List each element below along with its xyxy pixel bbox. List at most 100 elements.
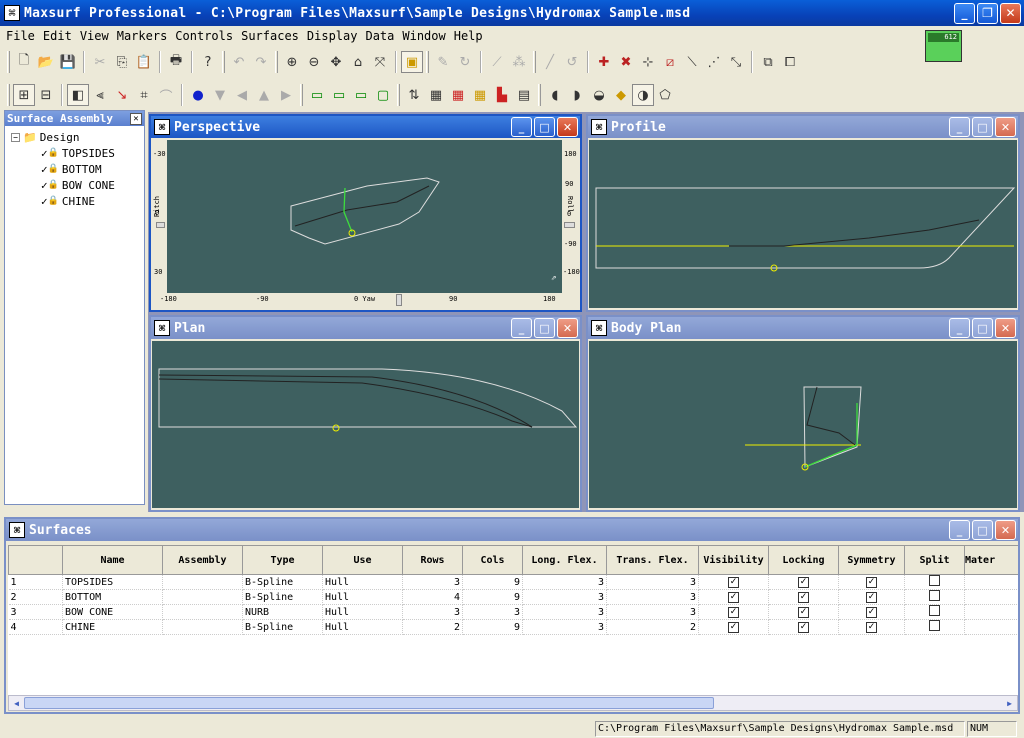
- surfaces-window[interactable]: ⌘ Surfaces _ □ ✕ Name Assembly Type Use Ro…: [4, 517, 1020, 714]
- lock-icon[interactable]: 🔒: [48, 164, 59, 174]
- table-add-icon[interactable]: ▦: [447, 84, 469, 106]
- net-icon[interactable]: ⌗: [133, 84, 155, 106]
- bond-icon[interactable]: ⧉: [757, 51, 779, 73]
- cell-cols[interactable]: 9: [462, 589, 523, 605]
- cell-use[interactable]: Hull: [322, 619, 403, 635]
- tree-item-design[interactable]: − 📁 Design: [11, 129, 144, 145]
- table-icon[interactable]: ▦: [425, 84, 447, 106]
- lock-icon[interactable]: 🔒: [48, 180, 59, 190]
- symmetry-checkbox[interactable]: ✓: [866, 622, 877, 633]
- table-row[interactable]: 1 TOPSIDES B-Spline Hull 3 9 3 3 ✓ ✓ ✓: [8, 574, 1018, 590]
- grid-icon[interactable]: ⊟: [35, 84, 57, 106]
- cell-name[interactable]: TOPSIDES: [62, 574, 163, 590]
- hull-4-icon[interactable]: ◆: [610, 84, 632, 106]
- col-use[interactable]: Use: [322, 545, 403, 575]
- minimize-button[interactable]: _: [511, 318, 532, 338]
- cell-use[interactable]: Hull: [322, 589, 403, 605]
- visibility-checkbox[interactable]: ✓: [728, 592, 739, 603]
- col-locking[interactable]: Locking: [768, 545, 839, 575]
- perspective-view-icon[interactable]: ▭: [306, 84, 328, 106]
- table-row[interactable]: 3 BOW CONE NURB Hull 3 3 3 3 ✓ ✓ ✓: [8, 604, 1018, 620]
- compact-icon[interactable]: ⋰: [703, 51, 725, 73]
- close-button[interactable]: ✕: [995, 117, 1016, 137]
- zoom-out-icon[interactable]: ⊖: [303, 51, 325, 73]
- arc-icon[interactable]: ↺: [561, 51, 583, 73]
- profile-titlebar[interactable]: ⌘ Profile _ □ ✕: [588, 116, 1018, 138]
- zoom-in-icon[interactable]: ⊕: [281, 51, 303, 73]
- cell-assembly[interactable]: [162, 574, 243, 590]
- select-tool-icon[interactable]: ▣: [401, 51, 423, 73]
- cell-rows[interactable]: 3: [402, 574, 463, 590]
- funnel-icon[interactable]: ▼: [209, 84, 231, 106]
- shade-icon[interactable]: ◧: [67, 84, 89, 106]
- locking-checkbox[interactable]: ✓: [798, 577, 809, 588]
- redo-icon[interactable]: ↷: [250, 51, 272, 73]
- restore-button[interactable]: ❐: [977, 2, 998, 24]
- straighten-icon[interactable]: ⤡: [725, 51, 747, 73]
- right-icon[interactable]: ▶: [275, 84, 297, 106]
- cell-long-flex[interactable]: 3: [522, 589, 607, 605]
- roll-ruler[interactable]: 180 90 0 -90 -180 Roll: [562, 140, 580, 293]
- yaw-slider[interactable]: [396, 294, 402, 306]
- maximize-button[interactable]: □: [972, 117, 993, 137]
- assembly-window-icon[interactable]: ⊞: [13, 84, 35, 106]
- menu-view[interactable]: View: [76, 29, 113, 43]
- menu-markers[interactable]: Markers: [113, 29, 172, 43]
- col-split[interactable]: Split: [904, 545, 965, 575]
- locking-checkbox[interactable]: ✓: [798, 622, 809, 633]
- cell-type[interactable]: B-Spline: [242, 589, 323, 605]
- col-symmetry[interactable]: Symmetry: [838, 545, 905, 575]
- group-icon[interactable]: ⧠: [779, 51, 801, 73]
- close-button[interactable]: ✕: [1000, 2, 1021, 24]
- add-point-icon[interactable]: ✚: [593, 51, 615, 73]
- scroll-left-icon[interactable]: ◀: [9, 696, 24, 710]
- tree-item-bottom[interactable]: ✓ 🔒 BOTTOM: [11, 161, 144, 177]
- cut-icon[interactable]: ✂: [89, 51, 111, 73]
- locking-checkbox[interactable]: ✓: [798, 607, 809, 618]
- cell-use[interactable]: Hull: [322, 604, 403, 620]
- profile-window[interactable]: ⌘ Profile _ □ ✕: [586, 114, 1020, 312]
- pitch-ruler[interactable]: -30 0 30 Pitch: [152, 140, 167, 293]
- cell-assembly[interactable]: [162, 589, 243, 605]
- visibility-checkbox[interactable]: ✓: [728, 622, 739, 633]
- locking-checkbox[interactable]: ✓: [798, 592, 809, 603]
- hull-6-icon[interactable]: ⬠: [654, 84, 676, 106]
- cell-name[interactable]: CHINE: [62, 619, 163, 635]
- cell-assembly[interactable]: [162, 619, 243, 635]
- cell-long-flex[interactable]: 3: [522, 574, 607, 590]
- table-row[interactable]: 4 CHINE B-Spline Hull 2 9 3 2 ✓ ✓ ✓: [8, 619, 1018, 635]
- cell-material[interactable]: [964, 604, 1018, 620]
- cell-trans-flex[interactable]: 3: [606, 574, 699, 590]
- minimize-button[interactable]: _: [949, 520, 970, 540]
- row-number[interactable]: 4: [8, 619, 63, 635]
- perspective-window[interactable]: ⌘ Perspective _ □ ✕ -30 0 30 Pitch 180 90 …: [149, 114, 582, 312]
- cell-long-flex[interactable]: 3: [522, 604, 607, 620]
- visible-check-icon[interactable]: ✓: [41, 195, 48, 208]
- cell-material[interactable]: [964, 619, 1018, 635]
- visible-check-icon[interactable]: ✓: [41, 179, 48, 192]
- close-button[interactable]: ✕: [995, 318, 1016, 338]
- split-checkbox[interactable]: [929, 575, 940, 586]
- scrollbar-thumb[interactable]: [24, 697, 714, 709]
- cell-cols[interactable]: 9: [462, 574, 523, 590]
- row-number[interactable]: 1: [8, 574, 63, 590]
- close-button[interactable]: ✕: [995, 520, 1016, 540]
- collapse-icon[interactable]: −: [11, 132, 20, 142]
- cell-material[interactable]: [964, 589, 1018, 605]
- cell-trans-flex[interactable]: 3: [606, 589, 699, 605]
- col-name[interactable]: Name: [62, 545, 163, 575]
- plan-view-icon[interactable]: ▭: [328, 84, 350, 106]
- symmetry-checkbox[interactable]: ✓: [866, 607, 877, 618]
- row-number[interactable]: 2: [8, 589, 63, 605]
- close-button[interactable]: ✕: [557, 117, 578, 137]
- cell-trans-flex[interactable]: 2: [606, 619, 699, 635]
- cell-name[interactable]: BOTTOM: [62, 589, 163, 605]
- row-number[interactable]: 3: [8, 604, 63, 620]
- cell-cols[interactable]: 3: [462, 604, 523, 620]
- undo-icon[interactable]: ↶: [228, 51, 250, 73]
- split-checkbox[interactable]: [929, 605, 940, 616]
- scroll-right-icon[interactable]: ▶: [1002, 696, 1017, 710]
- cell-use[interactable]: Hull: [322, 574, 403, 590]
- col-long-flex[interactable]: Long. Flex.: [522, 545, 607, 575]
- col-assembly[interactable]: Assembly: [162, 545, 243, 575]
